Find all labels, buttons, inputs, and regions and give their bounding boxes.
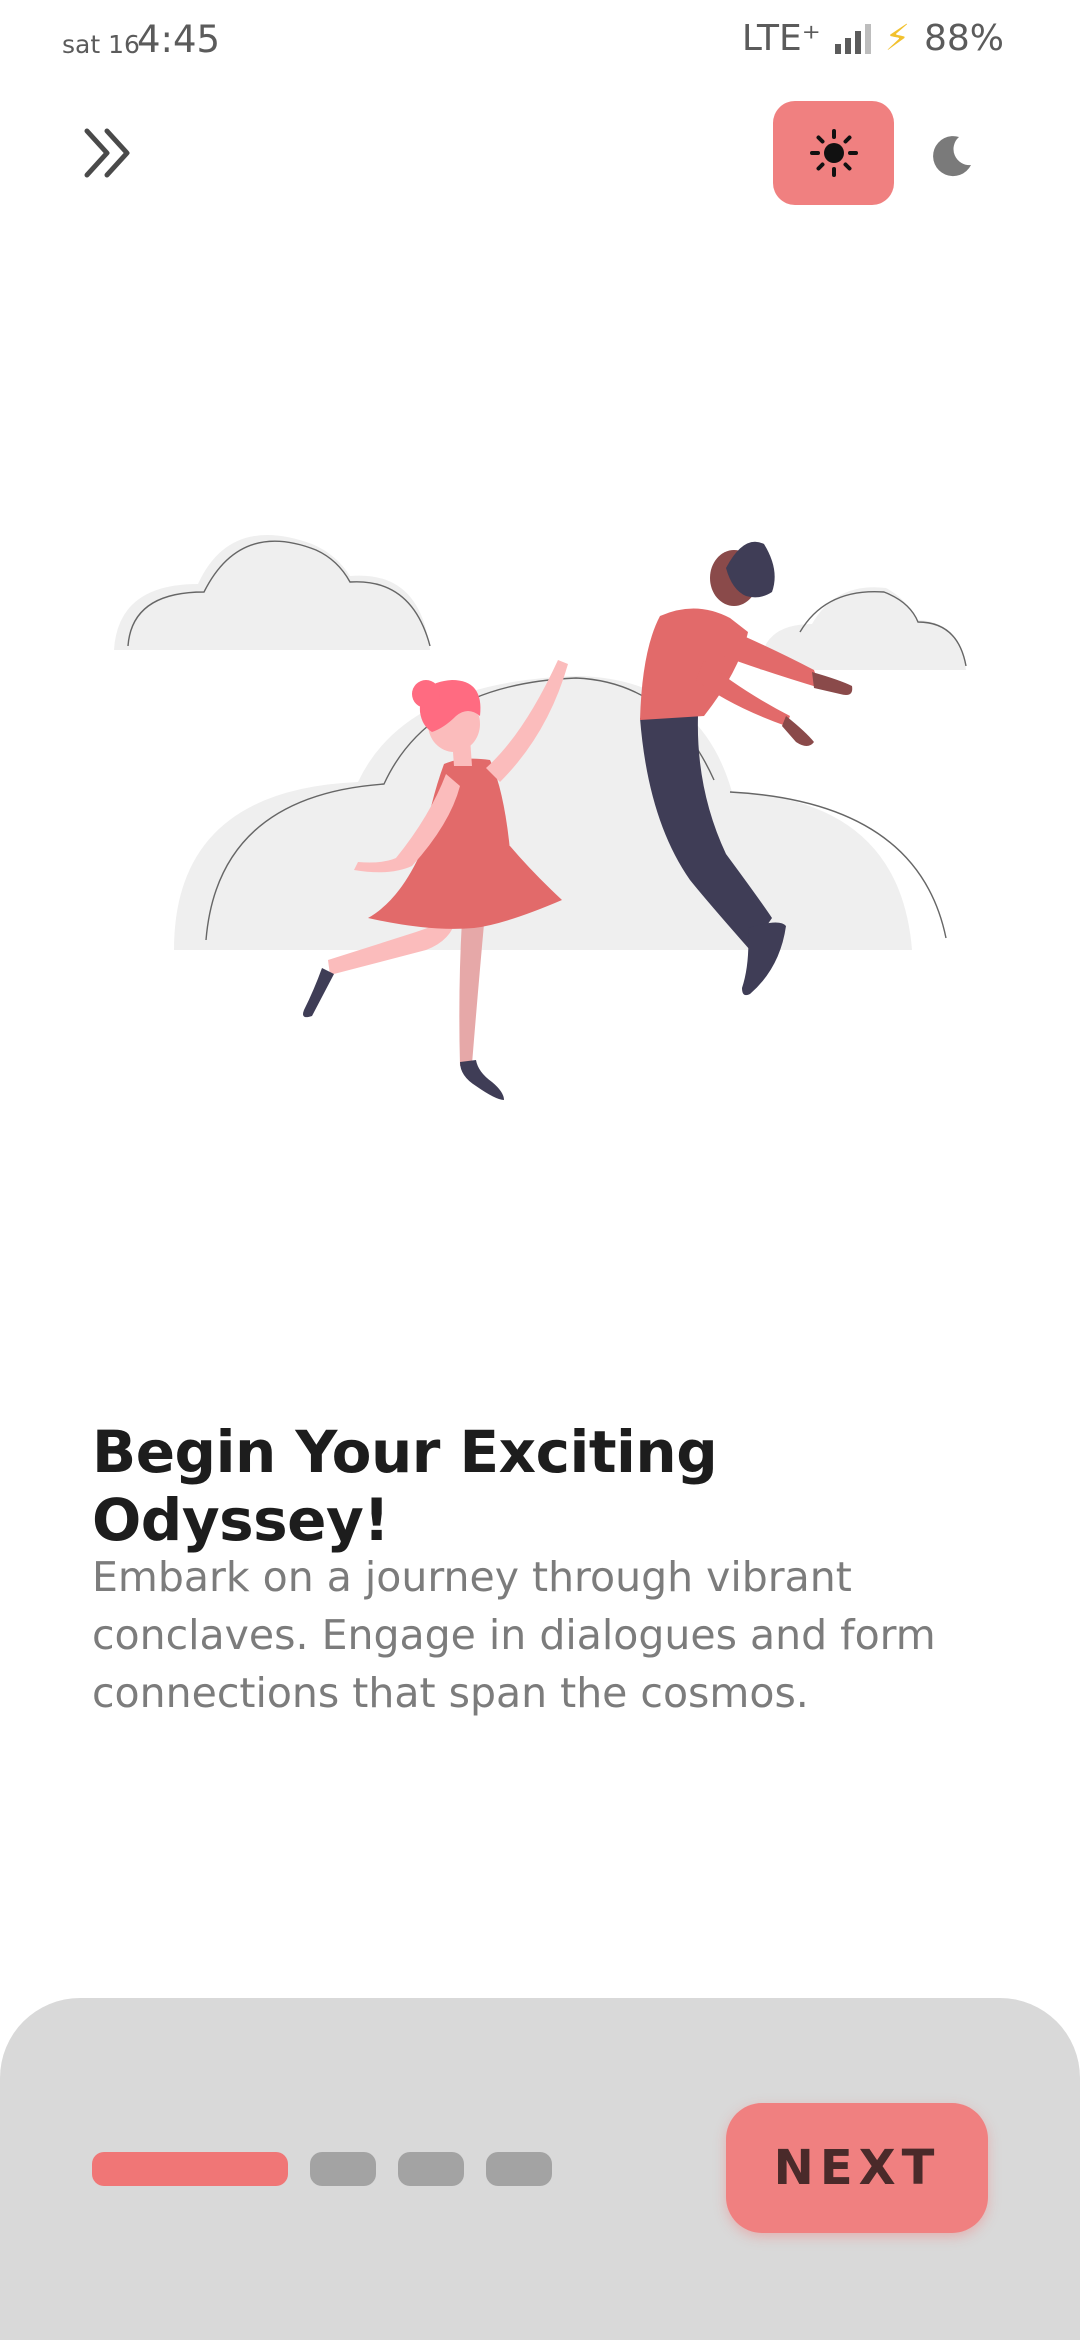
cloud-right [760,587,967,670]
battery-level: 88% [923,18,1004,59]
signal-icon [834,23,871,54]
cloud-left [114,535,431,650]
page-indicator [92,2152,552,2186]
status-time: 4:45 [137,18,221,61]
bottom-panel: NEXT [0,1998,1080,2340]
next-button[interactable]: NEXT [726,2103,988,2233]
network-type: LTE⁺ [741,18,821,59]
sun-icon [809,129,858,177]
dark-mode-button[interactable] [918,120,988,190]
onboarding-screen: sat 16 4:45 LTE⁺ ⚡ 88% Begin Your Exciti… [0,0,1080,2340]
page-indicator-dot [310,2152,376,2186]
status-bar: sat 16 4:45 LTE⁺ ⚡ 88% [0,0,1080,84]
page-indicator-dot [398,2152,464,2186]
onboarding-title: Begin Your Exciting Odyssey! [92,1418,718,1554]
moon-icon [933,136,971,177]
status-date: sat 16 [62,30,140,59]
double-chevron-right-icon [84,128,130,178]
page-indicator-dot-active [92,2152,288,2186]
page-indicator-dot [486,2152,552,2186]
light-mode-button[interactable] [773,101,894,205]
status-indicators: LTE⁺ ⚡ 88% [742,18,1004,59]
charging-bolt-icon: ⚡ [884,18,910,59]
skip-button[interactable] [70,120,144,186]
cloud-center [174,676,947,950]
onboarding-description: Embark on a journey through vibrant conc… [92,1553,936,1717]
dancing-couple-illustration [114,535,967,1100]
